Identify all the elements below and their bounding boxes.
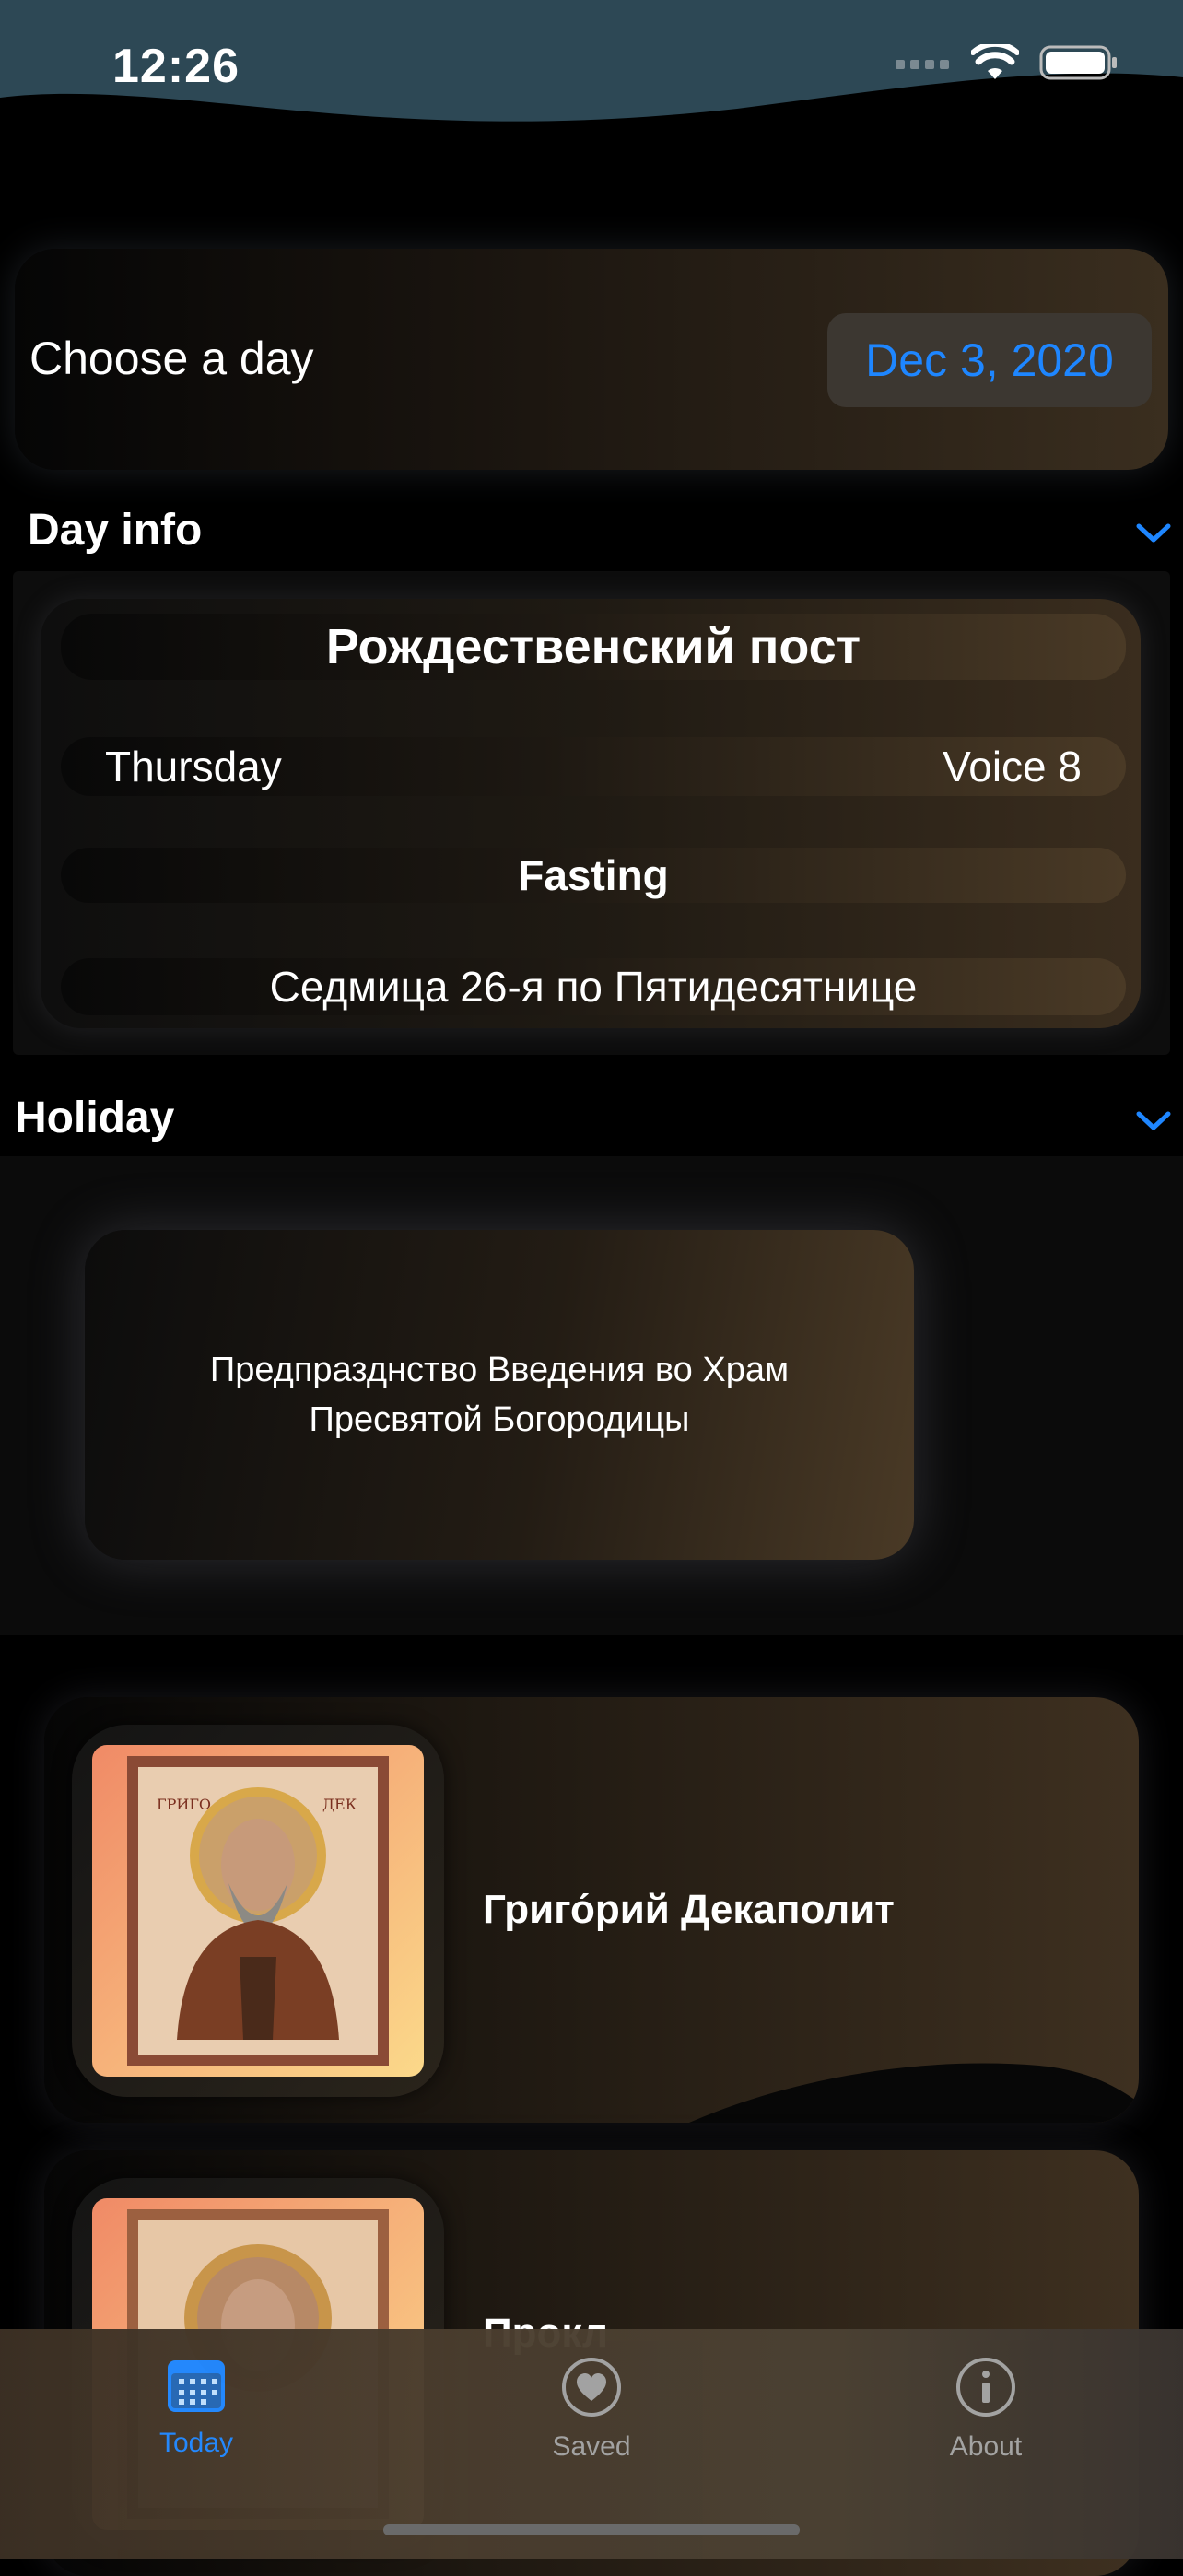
tab-about[interactable]: About [884,2357,1087,2463]
tab-today[interactable]: Today [95,2357,298,2459]
holiday-card[interactable]: Предпразднство Введения во Храм Пресвято… [85,1230,914,1560]
battery-icon [1039,45,1117,80]
holiday-heading: Holiday [15,1094,175,1142]
icon-painting: ГРИГО ДЕК [127,1756,389,2066]
status-time: 12:26 [112,40,240,93]
svg-text:ДЕК: ДЕК [322,1796,357,1813]
day-info-card: Рождественский пост Thursday Voice 8 Fas… [41,599,1141,1028]
holiday-text: Предпразднство Введения во Храм Пресвято… [209,1351,790,1439]
saint-name: Григо́рий Декаполит [483,1887,895,1932]
heart-icon [562,2358,621,2417]
week-label: Седмица 26-я по Пятидесятнице [269,963,918,1011]
tab-today-label: Today [158,2428,234,2458]
tab-saved-label: Saved [552,2431,631,2462]
holiday-chevron-down-icon[interactable] [1135,1109,1172,1133]
home-indicator [383,2524,800,2535]
fasting-bar: Fasting [61,848,1126,903]
date-picker-button[interactable]: Dec 3, 2020 [827,313,1152,407]
saint-icon-image: ГРИГО ДЕК [92,1745,424,2077]
week-bar: Седмица 26-я по Пятидесятнице [61,958,1126,1015]
status-icons [896,44,1119,81]
calendar-icon [168,2360,225,2412]
tab-saved[interactable]: Saved [490,2357,693,2463]
saint-card[interactable]: ГРИГО ДЕК Григо́рий Декаполит [44,1697,1139,2123]
tab-about-label: About [949,2431,1023,2462]
fast-name: Рождественский пост [325,619,861,674]
status-bar: 12:26 [0,0,1183,138]
fast-name-bar: Рождественский пост [61,614,1126,680]
info-icon [956,2358,1015,2417]
cellular-signal-icon [896,60,949,69]
choose-day-card: Choose a day Dec 3, 2020 [15,249,1168,470]
holiday-panel: Предпразднство Введения во Храм Пресвято… [0,1156,1183,1635]
day-info-chevron-down-icon[interactable] [1135,521,1172,545]
svg-text:ГРИГО: ГРИГО [157,1796,211,1813]
day-info-panel: Рождественский пост Thursday Voice 8 Fas… [13,571,1170,1055]
saint-image-frame: ГРИГО ДЕК [72,1725,444,2097]
wifi-icon [971,44,1019,79]
weekday-voice-bar: Thursday Voice 8 [61,737,1126,796]
weekday-label: Thursday [105,743,282,790]
choose-day-label: Choose a day [29,333,314,384]
day-info-heading: Day info [28,506,203,555]
fasting-label: Fasting [518,851,669,899]
voice-label: Voice 8 [943,743,1082,790]
